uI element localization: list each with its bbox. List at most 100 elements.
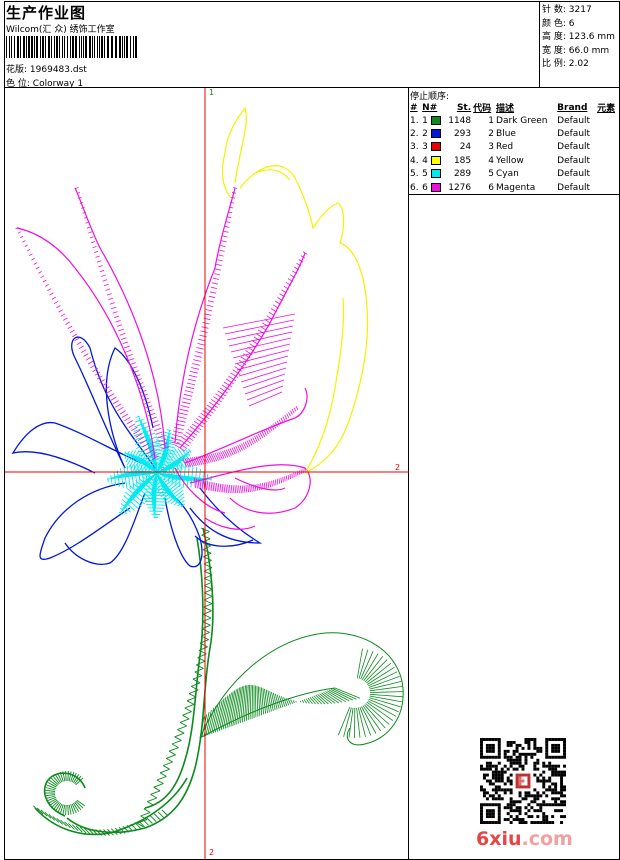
magenta-stitch [261,431,266,437]
color-description: Blue [496,129,516,140]
stop-sequence-header: # N# St. 代码 描述 Brand 元素 [409,101,619,115]
thread-color-swatch [430,129,441,139]
magenta-stitch [240,367,287,383]
qr-module [480,806,483,810]
qr-module [497,738,501,741]
magenta-stitch [224,225,230,228]
magenta-stitch [117,406,124,412]
magenta-stitch [210,481,213,492]
qr-module [548,821,552,824]
magenta-stitch [196,347,204,350]
qr-module [524,785,528,789]
color-description: Magenta [496,182,536,193]
magenta-stitch [126,354,133,357]
barcode-bar [45,36,46,58]
column-header: 元素 [597,104,616,114]
stitch-count: 293 [453,129,472,140]
color-description: Yellow [496,155,524,166]
qr-module [494,776,498,780]
qr-module [548,767,552,771]
qr-module [480,738,483,741]
stem-stitch [184,703,195,709]
magenta-stitch [200,330,208,333]
magenta-stitch [112,400,119,405]
qr-module [497,794,501,798]
stem-stitch [202,621,211,626]
qr-module [515,785,519,789]
stitch-count: 289 [453,169,472,180]
magenta-stitch [273,480,275,486]
magenta-stitch [290,410,293,415]
magenta-stitch [122,341,129,345]
page-title: 生产作业图 [6,4,87,22]
magenta-stitch [87,360,94,365]
magenta-stitch [199,455,205,465]
stem-stitch [159,768,170,774]
thread-brand: Default [557,182,591,193]
magenta-stitch [19,235,24,239]
qr-module [542,776,546,780]
qr-module [485,764,489,768]
barcode-bar [122,36,123,58]
thread-color-swatch [430,115,441,125]
magenta-stitch [204,313,212,316]
stat-value: 123.6 mm [568,32,615,42]
magenta-stitch [218,254,224,257]
barcode-bar [99,36,100,58]
barcode-bar [70,36,71,58]
qr-module [560,821,564,824]
magenta-stitch [145,405,153,409]
magenta-stitch [88,231,93,234]
barcode-bar [9,36,10,58]
leaf-stitch [327,690,346,703]
magenta-stitch [227,484,229,493]
qr-module [527,809,531,813]
qr-module [509,797,513,801]
qr-module [557,770,561,774]
magenta-stitch [181,401,191,405]
qr-module [548,779,552,783]
magenta-stitch [210,453,216,462]
magenta-stitch [24,244,28,248]
qr-module [506,740,510,744]
magenta-stitch [81,349,87,353]
qr-module [557,764,561,768]
magenta-stitch [282,477,284,483]
magenta-stitch [219,483,222,493]
magenta-stitch [256,435,260,441]
qr-module [485,773,489,777]
qr-module [545,818,549,822]
qr-module [533,743,537,747]
qr-module [515,746,519,750]
color-description: Red [496,142,514,153]
qr-module [533,752,537,756]
qr-module [545,752,549,756]
qr-module [539,809,543,813]
magenta-stitch [208,454,214,463]
color-swatch [430,127,444,140]
barcode-bar [34,36,35,58]
qr-module [482,776,486,780]
magenta-stitch [291,473,293,479]
qr-module [509,803,513,807]
magenta-stitch [38,270,42,274]
qr-module [533,740,537,744]
cyan-stitch [134,418,144,423]
qr-module [551,782,555,786]
magenta-stitch [232,187,238,189]
barcode-bar [89,36,91,58]
magenta-stitch [40,275,45,279]
qr-module [527,776,531,780]
stat-label: 颜 色: [542,18,569,29]
qr-module [536,767,540,771]
qr-module [482,773,486,777]
magenta-stitch [289,474,291,480]
needle-number: 5 [422,169,428,180]
barcode-bar [42,36,44,58]
magenta-stitch [92,246,97,249]
qr-module [509,779,513,783]
stem-stitch [156,779,164,784]
qr-module [488,743,492,747]
qr-module [554,738,558,741]
magenta-stitch [242,373,286,389]
